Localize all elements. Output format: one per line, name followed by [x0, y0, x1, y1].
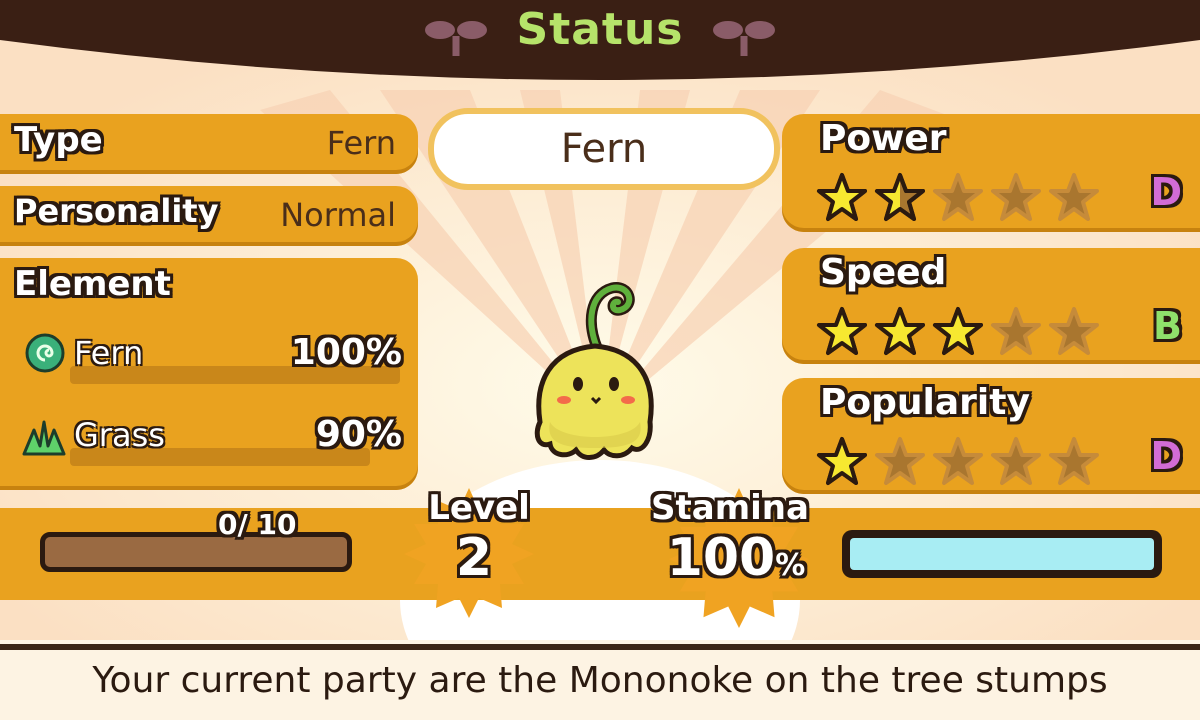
- star-empty-icon: [1049, 173, 1099, 221]
- stamina-label: Stamina: [651, 488, 809, 528]
- type-panel: Type Fern: [0, 114, 418, 174]
- type-label: Type: [14, 120, 103, 160]
- experience-bar: [40, 532, 352, 572]
- element-percent-fern: 100%: [290, 332, 402, 373]
- stamina-bar: [842, 530, 1162, 578]
- star-empty-icon: [991, 307, 1041, 355]
- page-title: Status: [516, 4, 684, 55]
- element-percent-grass: 90%: [315, 414, 402, 455]
- star-empty-icon: [1049, 437, 1099, 485]
- mononoke-character[interactable]: [520, 272, 670, 472]
- element-label: Element: [14, 264, 171, 304]
- power-panel: Power D: [782, 114, 1200, 232]
- star-empty-icon: [1049, 307, 1099, 355]
- star-filled-icon: [817, 307, 867, 355]
- star-empty-icon: [875, 437, 925, 485]
- speed-panel: Speed B: [782, 248, 1200, 364]
- star-half-icon: [875, 173, 925, 221]
- stamina-value: 100%: [646, 528, 826, 588]
- speed-stars: [816, 306, 1100, 358]
- type-value: Fern: [326, 124, 396, 162]
- stamina-number: 100: [666, 528, 776, 588]
- grass-icon: [22, 420, 66, 456]
- element-name-grass: Grass: [74, 416, 165, 454]
- experience-text: 0/ 10: [218, 508, 297, 541]
- star-empty-icon: [933, 173, 983, 221]
- star-filled-icon: [817, 173, 867, 221]
- popularity-label: Popularity: [820, 382, 1030, 423]
- header-bar: Status: [0, 0, 1200, 90]
- sprout-icon-right: [713, 21, 775, 56]
- personality-panel: Personality Normal: [0, 186, 418, 246]
- popularity-stars: [816, 436, 1100, 488]
- stamina-bar-fill: [850, 538, 1154, 570]
- power-grade: D: [1150, 170, 1182, 214]
- message-text: Your current party are the Mononoke on t…: [92, 660, 1108, 701]
- message-divider: [0, 644, 1200, 650]
- fern-swirl-icon: [25, 333, 65, 373]
- star-filled-icon: [817, 437, 867, 485]
- personality-label: Personality: [14, 192, 219, 230]
- level-label: Level: [428, 488, 530, 528]
- popularity-panel: Popularity D: [782, 378, 1200, 494]
- star-empty-icon: [991, 437, 1041, 485]
- personality-value: Normal: [280, 196, 396, 234]
- element-name-fern: Fern: [74, 334, 144, 372]
- popularity-grade: D: [1150, 434, 1182, 478]
- stamina-unit: %: [775, 548, 806, 583]
- star-empty-icon: [933, 437, 983, 485]
- power-label: Power: [820, 118, 947, 159]
- level-value: 2: [455, 528, 493, 588]
- star-empty-icon: [991, 173, 1041, 221]
- power-stars: [816, 172, 1100, 224]
- element-panel: Element Fern 100% Grass 90%: [0, 258, 418, 490]
- mononoke-name-box: Fern: [428, 108, 780, 190]
- speed-grade: B: [1153, 304, 1182, 348]
- star-filled-icon: [933, 307, 983, 355]
- speed-label: Speed: [820, 252, 947, 293]
- star-filled-icon: [875, 307, 925, 355]
